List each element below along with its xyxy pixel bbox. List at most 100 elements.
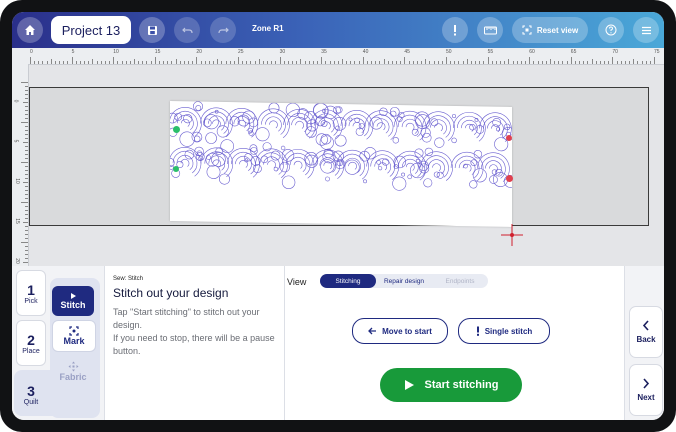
reset-view-label: Reset view — [536, 25, 579, 35]
stitch-swirl — [239, 160, 248, 168]
ruler-tick — [163, 61, 165, 64]
ruler-tick-label: 20 — [196, 49, 202, 55]
stitch-swirl — [487, 120, 504, 136]
design-canvas[interactable]: 0 5 10 15 20 25 30 35 40 45 50 55 60 65 70 75 0 5 10 15 20 — [12, 48, 664, 283]
ruler-tick — [21, 162, 28, 163]
save-button[interactable] — [139, 17, 165, 43]
instruction-line: If you need to stop, there will be a pau… — [113, 333, 275, 356]
stitch-circle — [378, 166, 383, 171]
next-button[interactable]: Next — [629, 364, 663, 416]
stitch-swirl — [318, 117, 335, 133]
stitch-circle — [244, 153, 253, 162]
project-name-button[interactable]: Project 13 — [51, 16, 131, 44]
ruler-tick — [396, 61, 398, 64]
ruler-tick-label: 25 — [238, 49, 244, 55]
ruler-tick — [262, 61, 264, 64]
start-stitching-button[interactable]: Start stitching — [380, 368, 522, 402]
step-pick[interactable]: 1 Pick — [16, 270, 46, 316]
ruler-button[interactable] — [477, 17, 503, 43]
next-label: Next — [637, 393, 655, 402]
zone-label: Zone R1 — [252, 24, 284, 33]
step-label: Place — [22, 347, 40, 355]
ruler-tick — [458, 61, 460, 64]
step-quilt[interactable]: 3 Quilt — [16, 372, 46, 416]
stitch-swirl — [485, 160, 502, 176]
step-number: 3 — [27, 382, 35, 399]
ruler-tick — [400, 61, 402, 64]
ruler-tick — [333, 61, 335, 64]
ruler-tick — [346, 61, 348, 64]
ruler-tick — [383, 59, 385, 64]
ruler-tick — [371, 61, 373, 64]
ruler-tick — [354, 61, 356, 64]
ruler-tick — [104, 61, 106, 64]
start-point-marker — [173, 126, 180, 133]
undo-button[interactable] — [174, 17, 200, 43]
ruler-tick — [608, 61, 610, 64]
ruler-tick — [217, 59, 219, 64]
app-screen: Project 13 Zone R1 Reset view 0 5 10 15 20 2 — [12, 12, 664, 420]
home-button[interactable] — [17, 17, 43, 43]
ruler-tick — [154, 57, 156, 64]
view-option-endpoints[interactable]: Endpoints — [432, 274, 488, 288]
tool-mark[interactable]: Mark — [52, 320, 96, 352]
redo-button[interactable] — [210, 17, 236, 43]
ruler-tick-label: 60 — [529, 49, 535, 55]
stitch-swirl — [293, 160, 303, 169]
step-place[interactable]: 2 Place — [16, 320, 46, 366]
stitch-circle — [401, 172, 406, 177]
ruler-tick — [317, 61, 319, 64]
move-to-start-button[interactable]: Move to start — [352, 318, 448, 344]
play-icon — [404, 380, 414, 390]
back-button[interactable]: Back — [629, 306, 663, 358]
ruler-tick — [591, 59, 593, 64]
ruler-tick — [25, 94, 28, 95]
ruler-tick — [554, 61, 556, 64]
instruction-panel: Sew: Stitch Stitch out your design Tap "… — [104, 266, 285, 420]
ruler-tick — [84, 61, 86, 64]
reset-view-button[interactable]: Reset view — [512, 17, 588, 43]
stitch-swirl — [352, 121, 362, 130]
ruler-tick — [25, 230, 28, 231]
ruler-tick — [150, 61, 152, 64]
ruler-tick — [25, 154, 28, 155]
ruler-tick — [25, 238, 28, 239]
ruler-tick-label: 15 — [154, 49, 161, 55]
ruler-tick-label: 10 — [113, 49, 119, 55]
chevron-left-icon — [642, 320, 649, 331]
ruler-tick — [225, 61, 227, 64]
ruler-tick — [25, 170, 28, 171]
stitch-pattern — [165, 101, 517, 191]
help-button[interactable] — [598, 17, 624, 43]
alert-button[interactable] — [442, 17, 468, 43]
ruler-tick — [138, 61, 140, 64]
stitch-swirl — [259, 152, 284, 175]
view-mode-selector: Stitching Repair design Endpoints — [320, 274, 488, 288]
view-option-repair-design[interactable]: Repair design — [376, 274, 432, 288]
tool-stitch[interactable]: Stitch — [52, 286, 94, 316]
stitch-swirl — [340, 153, 365, 177]
ruler-tick — [175, 59, 177, 64]
start-point-marker — [173, 166, 179, 172]
tool-fabric[interactable]: Fabric — [52, 356, 94, 386]
ruler-tick — [71, 57, 73, 64]
stitch-swirl — [291, 117, 308, 133]
ruler-tick — [134, 59, 135, 64]
ruler-tick — [25, 106, 28, 107]
ruler-tick — [25, 114, 28, 115]
view-option-stitching[interactable]: Stitching — [320, 274, 376, 288]
stitch-swirl — [401, 118, 419, 134]
menu-button[interactable] — [633, 17, 659, 43]
ruler-tick-label: 0 — [12, 99, 19, 103]
stitch-swirl — [265, 116, 282, 132]
single-stitch-button[interactable]: Single stitch — [458, 318, 550, 344]
stitch-swirl — [208, 115, 225, 131]
ruler-tick — [454, 61, 456, 64]
ruler-tick-label: 40 — [362, 49, 369, 55]
stitch-circle — [255, 127, 270, 142]
stitch-swirl — [295, 120, 304, 129]
ruler-tick — [25, 134, 28, 135]
quilt-design[interactable] — [165, 101, 517, 227]
breadcrumb: Sew: Stitch — [113, 276, 144, 282]
stitch-swirl — [269, 120, 278, 129]
